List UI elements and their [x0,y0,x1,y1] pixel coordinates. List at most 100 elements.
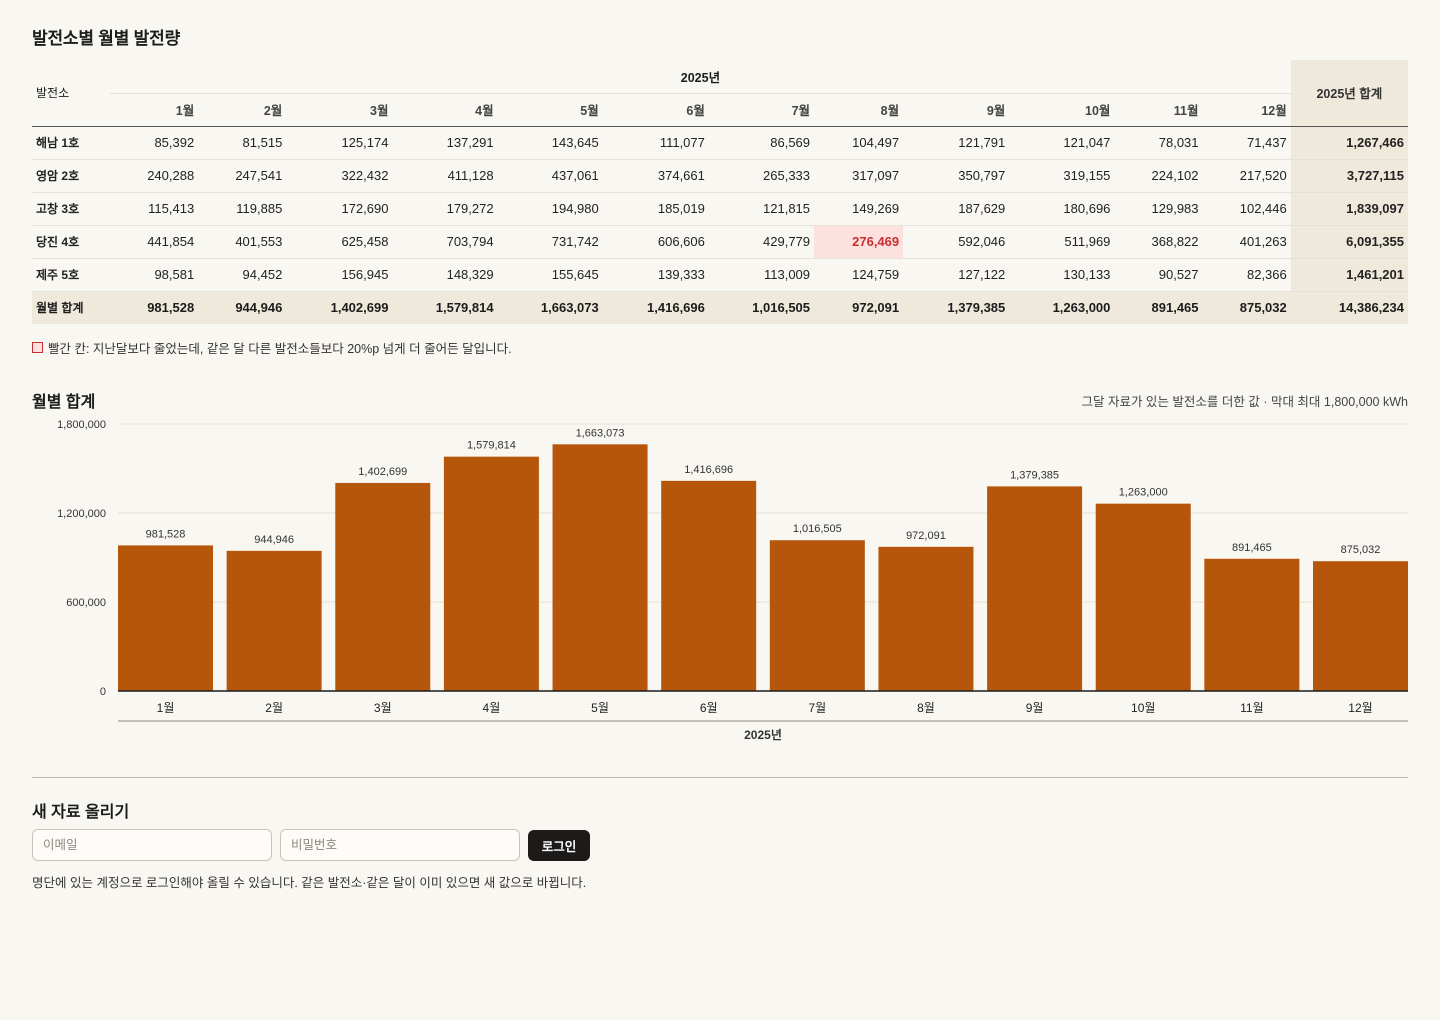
sum-cell: 1,579,814 [392,291,498,324]
plant-name: 고창 3호 [32,192,111,226]
value-cell: 437,061 [497,159,603,193]
upload-title: 새 자료 올리기 [32,804,130,821]
value-cell: 125,174 [286,126,393,160]
bar-value-label: 972,091 [906,530,946,542]
bar-value-label: 1,663,073 [576,427,625,439]
value-cell: 317,097 [814,159,904,193]
value-cell: 121,791 [903,126,1010,160]
sum-cell: 1,402,699 [286,291,393,324]
chart-note: 그달 자료가 있는 발전소를 더한 값 · 막대 최대 1,800,000 kW… [1081,395,1408,409]
value-cell: 179,272 [392,192,498,226]
x-tick-label: 9월 [1026,701,1044,715]
value-cell: 148,329 [392,258,498,292]
y-tick-label: 0 [100,686,106,698]
value-cell: 143,645 [497,126,603,160]
bar-value-label: 981,528 [146,528,186,540]
value-cell: 592,046 [903,225,1010,259]
value-cell: 119,885 [198,192,287,226]
x-tick-label: 8월 [917,701,935,715]
bar-value-label: 875,032 [1341,544,1381,556]
bar [443,456,539,691]
value-cell: 185,019 [602,192,709,226]
value-cell: 78,031 [1114,126,1203,160]
flagged-cell: 276,469 [814,225,904,259]
table-row: 해남 1호 85,392 81,515 125,174 137,291 143,645 11… [32,126,1408,160]
value-cell: 194,980 [497,192,603,226]
value-cell: 401,263 [1202,225,1291,259]
month-header-row: 1월 2월 3월 4월 5월 6월 7월 8월 9월 10월 11월 12월 [32,93,1408,127]
bar-value-label: 1,416,696 [684,464,733,476]
value-cell: 511,969 [1009,225,1115,259]
month-header: 9월 [903,93,1010,127]
value-cell: 441,854 [110,225,199,259]
value-cell: 187,629 [903,192,1010,226]
login-button[interactable]: 로그인 [528,830,590,861]
flag-swatch [32,342,43,353]
value-cell: 172,690 [286,192,393,226]
plant-name: 제주 5호 [32,258,111,292]
bar-value-label: 1,016,505 [793,523,842,535]
bar-value-label: 1,402,699 [358,466,407,478]
value-cell: 104,497 [814,126,904,160]
value-cell: 606,606 [602,225,709,259]
value-cell: 129,983 [1114,192,1203,226]
sum-cell: 1,416,696 [602,291,709,324]
table-row: 당진 4호 441,854 401,553 625,458 703,794 731,742… [32,225,1408,259]
month-header: 10월 [1009,93,1115,127]
value-cell: 322,432 [286,159,393,193]
x-tick-label: 10월 [1131,701,1155,715]
bar [226,550,322,691]
value-cell: 130,133 [1009,258,1115,292]
month-header: 6월 [602,93,709,127]
value-cell: 625,458 [286,225,393,259]
password-field[interactable] [280,829,520,861]
bar [552,444,648,691]
value-cell: 224,102 [1114,159,1203,193]
sum-cell: 944,946 [198,291,287,324]
month-header: 2월 [198,93,287,127]
x-tick-label: 3월 [374,701,392,715]
table-body: 해남 1호 85,392 81,515 125,174 137,291 143,645 11… [32,126,1408,324]
sum-cell: 1,016,505 [708,291,815,324]
value-cell: 703,794 [392,225,498,259]
row-total-cell: 1,461,201 [1290,258,1408,292]
bar-value-label: 1,579,814 [467,440,516,452]
value-cell: 247,541 [198,159,287,193]
bar [1313,561,1408,691]
plant-column-header: 발전소 [32,60,111,127]
sum-cell: 1,263,000 [1009,291,1115,324]
value-cell: 71,437 [1202,126,1291,160]
bar [661,480,757,691]
plant-name: 당진 4호 [32,225,111,259]
row-total-cell: 6,091,355 [1290,225,1408,259]
value-cell: 81,515 [198,126,287,160]
value-cell: 127,122 [903,258,1010,292]
month-header: 11월 [1114,93,1203,127]
y-tick-label: 1,800,000 [57,419,106,431]
value-cell: 217,520 [1202,159,1291,193]
x-group-label: 2025년 [744,728,782,742]
x-tick-label: 4월 [483,701,501,715]
bar [987,486,1083,691]
value-cell: 156,945 [286,258,393,292]
row-total-cell: 1,839,097 [1290,192,1408,226]
month-header: 8월 [814,93,904,127]
bar-value-label: 1,379,385 [1010,469,1059,481]
monthly-total-bar-chart: 0 600,000 1,200,000 1,800,000 981,528 1월 944,9… [57,419,1408,742]
value-cell: 180,696 [1009,192,1115,226]
bar [118,545,213,691]
email-field[interactable] [32,829,272,861]
sum-cell: 891,465 [1114,291,1203,324]
value-cell: 139,333 [602,258,709,292]
value-cell: 90,527 [1114,258,1203,292]
month-header: 12월 [1202,93,1291,127]
value-cell: 411,128 [392,159,498,193]
value-cell: 368,822 [1114,225,1203,259]
sum-row-label: 월별 합계 [32,291,111,324]
value-cell: 240,288 [110,159,199,193]
value-cell: 429,779 [708,225,815,259]
value-cell: 265,333 [708,159,815,193]
value-cell: 82,366 [1202,258,1291,292]
value-cell: 155,645 [497,258,603,292]
value-cell: 98,581 [110,258,199,292]
